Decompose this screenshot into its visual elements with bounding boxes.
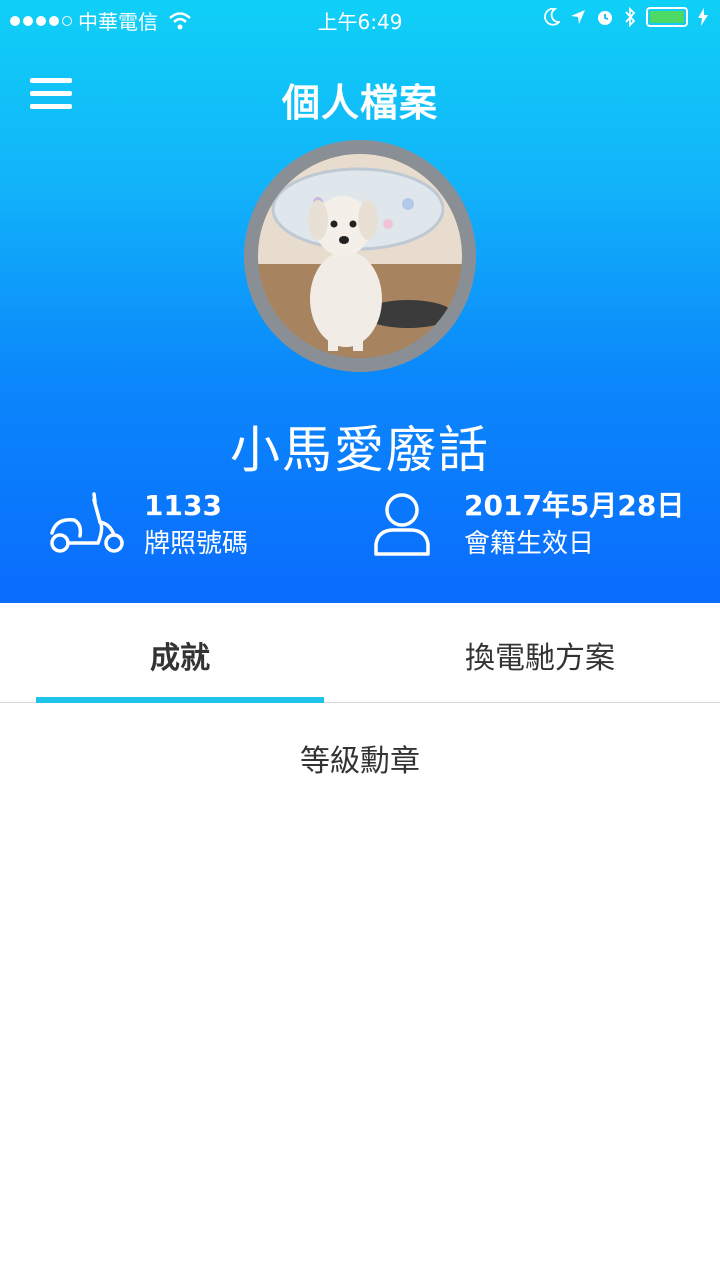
plate-label: 牌照號碼	[144, 529, 249, 559]
avatar	[258, 154, 462, 358]
page-title: 個人檔案	[281, 81, 438, 125]
person-icon	[374, 493, 430, 556]
status-bar: 中華電信 上午6:49	[0, 0, 720, 38]
tab-bar: 成就 換電馳方案	[0, 603, 720, 703]
membership-label: 會籍生效日	[464, 529, 595, 559]
tab-battery-swap-plan[interactable]: 換電馳方案	[360, 603, 720, 703]
charging-bolt-icon	[698, 8, 708, 26]
status-right	[544, 7, 708, 27]
battery-icon	[646, 7, 688, 27]
avatar-frame[interactable]	[244, 140, 476, 372]
alarm-clock-icon	[598, 11, 612, 25]
section-title-level-medals: 等級勳章	[300, 744, 420, 779]
membership-info: 2017年5月28日 會籍生效日	[368, 488, 684, 564]
profile-header: 中華電信 上午6:49 個人檔案 小馬愛廢話 1133 牌照號碼 2017年5月…	[0, 0, 720, 603]
membership-date: 2017年5月28日	[464, 489, 685, 522]
bluetooth-icon	[625, 7, 636, 27]
scooter-icon	[50, 492, 124, 553]
tab-achievements[interactable]: 成就	[0, 603, 360, 703]
dog-photo-image	[258, 154, 462, 358]
plate-text: 1133 牌照號碼	[144, 488, 248, 564]
plate-number: 1133	[144, 489, 222, 522]
moon-icon	[544, 8, 560, 26]
membership-text: 2017年5月28日 會籍生效日	[464, 488, 684, 564]
active-tab-indicator	[36, 697, 324, 703]
plate-info: 1133 牌照號碼	[48, 488, 248, 564]
location-arrow-icon	[571, 10, 585, 24]
username: 小馬愛廢話	[230, 421, 490, 479]
